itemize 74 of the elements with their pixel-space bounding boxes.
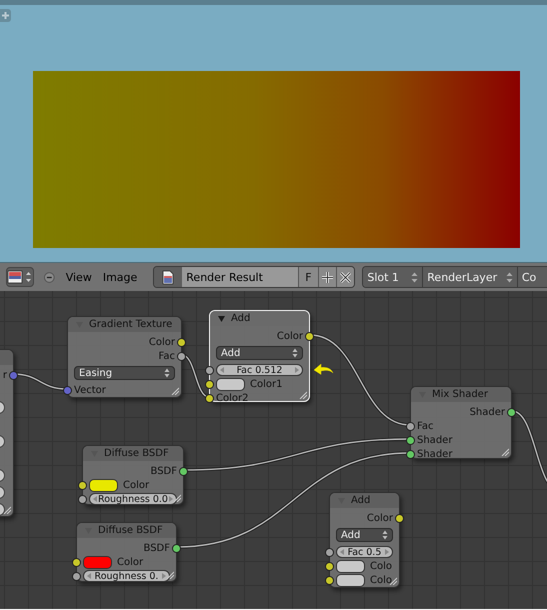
socket[interactable] bbox=[507, 408, 516, 416]
node-title: Mix Shader bbox=[432, 389, 488, 400]
socket[interactable] bbox=[205, 380, 214, 388]
color-swatch[interactable] bbox=[83, 556, 112, 568]
socket-label: Color2 bbox=[216, 392, 248, 404]
socket-label: Color bbox=[366, 512, 393, 524]
up-down-arrows-icon bbox=[411, 272, 418, 282]
mode-dropdown[interactable]: Easing bbox=[74, 366, 175, 380]
up-down-arrows-icon bbox=[164, 368, 170, 378]
socket-label: Shader bbox=[470, 406, 505, 418]
socket[interactable] bbox=[406, 450, 415, 458]
socket[interactable] bbox=[305, 332, 314, 340]
collapse-icon[interactable] bbox=[44, 272, 55, 282]
socket-label: Colo bbox=[370, 560, 392, 572]
socket-label: BSDF bbox=[144, 542, 170, 554]
socket[interactable] bbox=[205, 366, 214, 374]
resize-grip-icon[interactable] bbox=[299, 391, 307, 399]
socket[interactable] bbox=[177, 338, 186, 346]
collapse-arrow-icon[interactable] bbox=[218, 316, 225, 322]
up-down-arrows-icon bbox=[382, 530, 388, 540]
node-title: Add bbox=[231, 313, 250, 324]
color-swatch[interactable] bbox=[336, 560, 365, 572]
socket-label: Color bbox=[276, 330, 303, 342]
socket-label: BSDF bbox=[150, 466, 177, 476]
socket[interactable] bbox=[78, 494, 87, 504]
socket[interactable] bbox=[325, 548, 334, 556]
socket[interactable] bbox=[177, 352, 186, 360]
socket[interactable] bbox=[78, 480, 87, 490]
socket-label: Fac bbox=[158, 350, 175, 362]
node-title: Gradient Texture bbox=[89, 319, 172, 330]
up-down-arrows-icon bbox=[292, 348, 298, 358]
socket-label: Fac bbox=[417, 420, 434, 432]
color-swatch[interactable] bbox=[89, 478, 118, 492]
socket-label: Color bbox=[117, 556, 144, 568]
resize-grip-icon[interactable] bbox=[501, 448, 509, 456]
socket[interactable] bbox=[172, 544, 181, 552]
socket-label: Color bbox=[123, 480, 150, 490]
layer-dropdown[interactable]: RenderLayer bbox=[423, 267, 518, 287]
node-title: Add bbox=[351, 495, 370, 506]
socket[interactable] bbox=[406, 422, 415, 430]
editor-type-button[interactable] bbox=[6, 267, 34, 287]
mode-dropdown[interactable]: Add bbox=[216, 346, 303, 360]
plus-icon bbox=[2, 12, 9, 19]
slot-dropdown[interactable]: Slot 1 bbox=[363, 267, 424, 287]
node-title: Diffuse BSDF bbox=[104, 448, 169, 459]
resize-grip-icon[interactable] bbox=[173, 494, 181, 502]
menu-item[interactable]: Image bbox=[102, 270, 138, 284]
socket-label: Color bbox=[148, 336, 175, 348]
socket[interactable] bbox=[395, 514, 404, 522]
image-editor-icon bbox=[7, 269, 34, 285]
menu-item[interactable]: View bbox=[66, 270, 92, 284]
socket[interactable] bbox=[325, 576, 334, 584]
color-swatch[interactable] bbox=[216, 378, 245, 390]
mode-dropdown[interactable]: Add bbox=[336, 528, 393, 542]
socket[interactable] bbox=[72, 572, 81, 580]
socket-label: Shader bbox=[417, 434, 452, 446]
pass-dropdown[interactable]: Co bbox=[518, 267, 547, 287]
arrow-icon bbox=[314, 363, 334, 378]
up-down-arrows-icon bbox=[506, 272, 513, 282]
color-swatch[interactable] bbox=[336, 574, 365, 586]
resize-grip-icon[interactable] bbox=[171, 387, 179, 395]
socket[interactable] bbox=[406, 436, 415, 444]
socket-label: Vector bbox=[74, 384, 106, 396]
socket-label: r bbox=[2, 370, 7, 380]
socket[interactable] bbox=[72, 558, 81, 566]
socket-label: Color1 bbox=[250, 378, 282, 390]
socket-label: Shader bbox=[417, 448, 452, 460]
socket[interactable] bbox=[179, 466, 188, 476]
node-title: Diffuse BSDF bbox=[98, 525, 163, 536]
resize-grip-icon[interactable] bbox=[166, 571, 174, 579]
socket-label: Colo bbox=[370, 574, 392, 586]
socket[interactable] bbox=[205, 394, 214, 402]
resize-grip-icon[interactable] bbox=[3, 506, 11, 514]
socket[interactable] bbox=[325, 562, 334, 570]
